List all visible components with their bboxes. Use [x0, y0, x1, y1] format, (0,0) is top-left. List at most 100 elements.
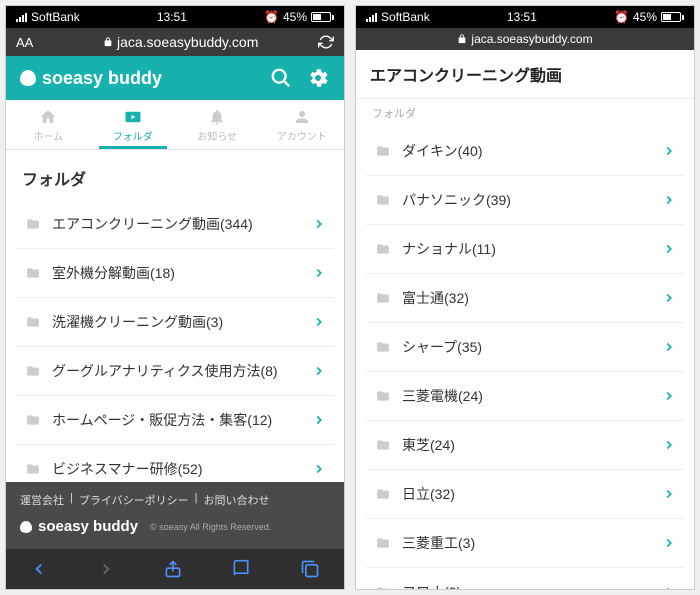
tab-notifications[interactable]: お知らせ: [175, 100, 260, 149]
browser-url-bar[interactable]: AA jaca.soeasybuddy.com: [6, 28, 344, 56]
folder-item[interactable]: ビジネスマナー研修(52): [16, 445, 334, 482]
chevron-right-icon: [662, 536, 676, 550]
folder-name: ビジネスマナー研修(52): [52, 459, 302, 479]
folder-name: シャープ(35): [402, 337, 652, 357]
folder-item[interactable]: エアコンクリーニング動画(344): [16, 200, 334, 249]
alarm-icon: ⏰: [614, 10, 629, 24]
folder-item[interactable]: 三菱電機(24): [366, 372, 684, 421]
status-bar: SoftBank 13:51 ⏰ 45%: [6, 6, 344, 28]
bookmarks-button[interactable]: [231, 559, 251, 579]
tab-folder[interactable]: フォルダ: [91, 100, 176, 149]
folder-icon: [374, 487, 392, 501]
search-icon[interactable]: [270, 67, 292, 89]
folder-item[interactable]: 富士通(32): [366, 274, 684, 323]
folder-item[interactable]: ダイキン(40): [366, 127, 684, 176]
chevron-right-icon: [312, 462, 326, 476]
battery-pct: 45%: [633, 10, 657, 24]
folder-icon: [24, 217, 42, 231]
folder-icon: [24, 413, 42, 427]
account-icon: [292, 108, 312, 126]
lock-icon: [457, 34, 467, 44]
folder-list: エアコンクリーニング動画(344) 室外機分解動画(18) 洗濯機クリーニング動画(…: [6, 200, 344, 482]
text-size-button[interactable]: AA: [16, 35, 33, 50]
lock-icon: [103, 37, 113, 47]
carrier: SoftBank: [381, 10, 430, 24]
play-folder-icon: [123, 108, 143, 126]
tab-home[interactable]: ホーム: [6, 100, 91, 149]
browser-toolbar: [6, 549, 344, 589]
folder-name: 室外機分解動画(18): [52, 263, 302, 283]
page-footer: 運営会社 | プライバシーポリシー | お問い合わせ soeasy buddy …: [6, 482, 344, 549]
back-button[interactable]: [30, 560, 48, 578]
folder-name: ホームページ・販促方法・集客(12): [52, 410, 302, 430]
page-title: エアコンクリーニング動画: [356, 50, 694, 99]
folder-icon: [374, 340, 392, 354]
folder-icon: [24, 462, 42, 476]
forward-button[interactable]: [97, 560, 115, 578]
folder-icon: [24, 315, 42, 329]
status-bar: SoftBank 13:51 ⏰ 45%: [356, 6, 694, 28]
phone-left: SoftBank 13:51 ⏰ 45% AA jaca.soeasybuddy…: [5, 5, 345, 590]
section-title: フォルダ: [6, 150, 344, 200]
folder-item[interactable]: 日立(32): [366, 470, 684, 519]
chevron-right-icon: [662, 242, 676, 256]
bulb-icon: [20, 70, 36, 86]
app-header: soeasy buddy: [6, 56, 344, 100]
folder-name: 富士通(32): [402, 288, 652, 308]
folder-icon: [374, 536, 392, 550]
share-button[interactable]: [163, 559, 183, 579]
chevron-right-icon: [312, 315, 326, 329]
nav-tabs: ホーム フォルダ お知らせ アカウント: [6, 100, 344, 150]
folder-name: コロナ(2): [402, 582, 652, 589]
folder-item[interactable]: コロナ(2): [366, 568, 684, 589]
clock: 13:51: [507, 10, 537, 24]
signal-icon: [366, 13, 377, 22]
sub-label: フォルダ: [356, 99, 694, 127]
app-logo[interactable]: soeasy buddy: [20, 68, 270, 89]
folder-icon: [374, 389, 392, 403]
folder-name: 東芝(24): [402, 435, 652, 455]
bell-icon: [207, 108, 227, 126]
copyright: © soeasy All Rights Reserved.: [150, 522, 271, 532]
folder-item[interactable]: グーグルアナリティクス使用方法(8): [16, 347, 334, 396]
folder-icon: [374, 144, 392, 158]
tabs-button[interactable]: [300, 559, 320, 579]
footer-link-privacy[interactable]: プライバシーポリシー: [79, 492, 189, 508]
folder-item[interactable]: パナソニック(39): [366, 176, 684, 225]
folder-name: エアコンクリーニング動画(344): [52, 214, 302, 234]
folder-item[interactable]: 三菱重工(3): [366, 519, 684, 568]
folder-item[interactable]: ホームページ・販促方法・集客(12): [16, 396, 334, 445]
folder-name: 三菱重工(3): [402, 533, 652, 553]
url-text: jaca.soeasybuddy.com: [117, 34, 258, 50]
chevron-right-icon: [662, 144, 676, 158]
clock: 13:51: [157, 10, 187, 24]
tab-account[interactable]: アカウント: [260, 100, 345, 149]
battery-icon: [661, 12, 684, 22]
chevron-right-icon: [312, 266, 326, 280]
chevron-right-icon: [662, 389, 676, 403]
footer-link-contact[interactable]: お問い合わせ: [204, 492, 270, 508]
chevron-right-icon: [662, 438, 676, 452]
folder-icon: [24, 364, 42, 378]
folder-item[interactable]: 室外機分解動画(18): [16, 249, 334, 298]
chevron-right-icon: [662, 291, 676, 305]
browser-url-bar[interactable]: jaca.soeasybuddy.com: [356, 28, 694, 50]
reload-icon[interactable]: [318, 34, 334, 50]
phone-right: SoftBank 13:51 ⏰ 45% jaca.soeasybuddy.co…: [355, 5, 695, 590]
battery-pct: 45%: [283, 10, 307, 24]
folder-name: グーグルアナリティクス使用方法(8): [52, 361, 302, 381]
folder-name: 日立(32): [402, 484, 652, 504]
folder-item[interactable]: 洗濯機クリーニング動画(3): [16, 298, 334, 347]
folder-name: ナショナル(11): [402, 239, 652, 259]
gear-icon[interactable]: [306, 66, 330, 90]
folder-item[interactable]: ナショナル(11): [366, 225, 684, 274]
folder-name: ダイキン(40): [402, 141, 652, 161]
chevron-right-icon: [312, 217, 326, 231]
folder-icon: [24, 266, 42, 280]
footer-link-company[interactable]: 運営会社: [20, 492, 64, 508]
folder-item[interactable]: 東芝(24): [366, 421, 684, 470]
chevron-right-icon: [662, 340, 676, 354]
folder-icon: [374, 438, 392, 452]
folder-item[interactable]: シャープ(35): [366, 323, 684, 372]
chevron-right-icon: [662, 585, 676, 589]
